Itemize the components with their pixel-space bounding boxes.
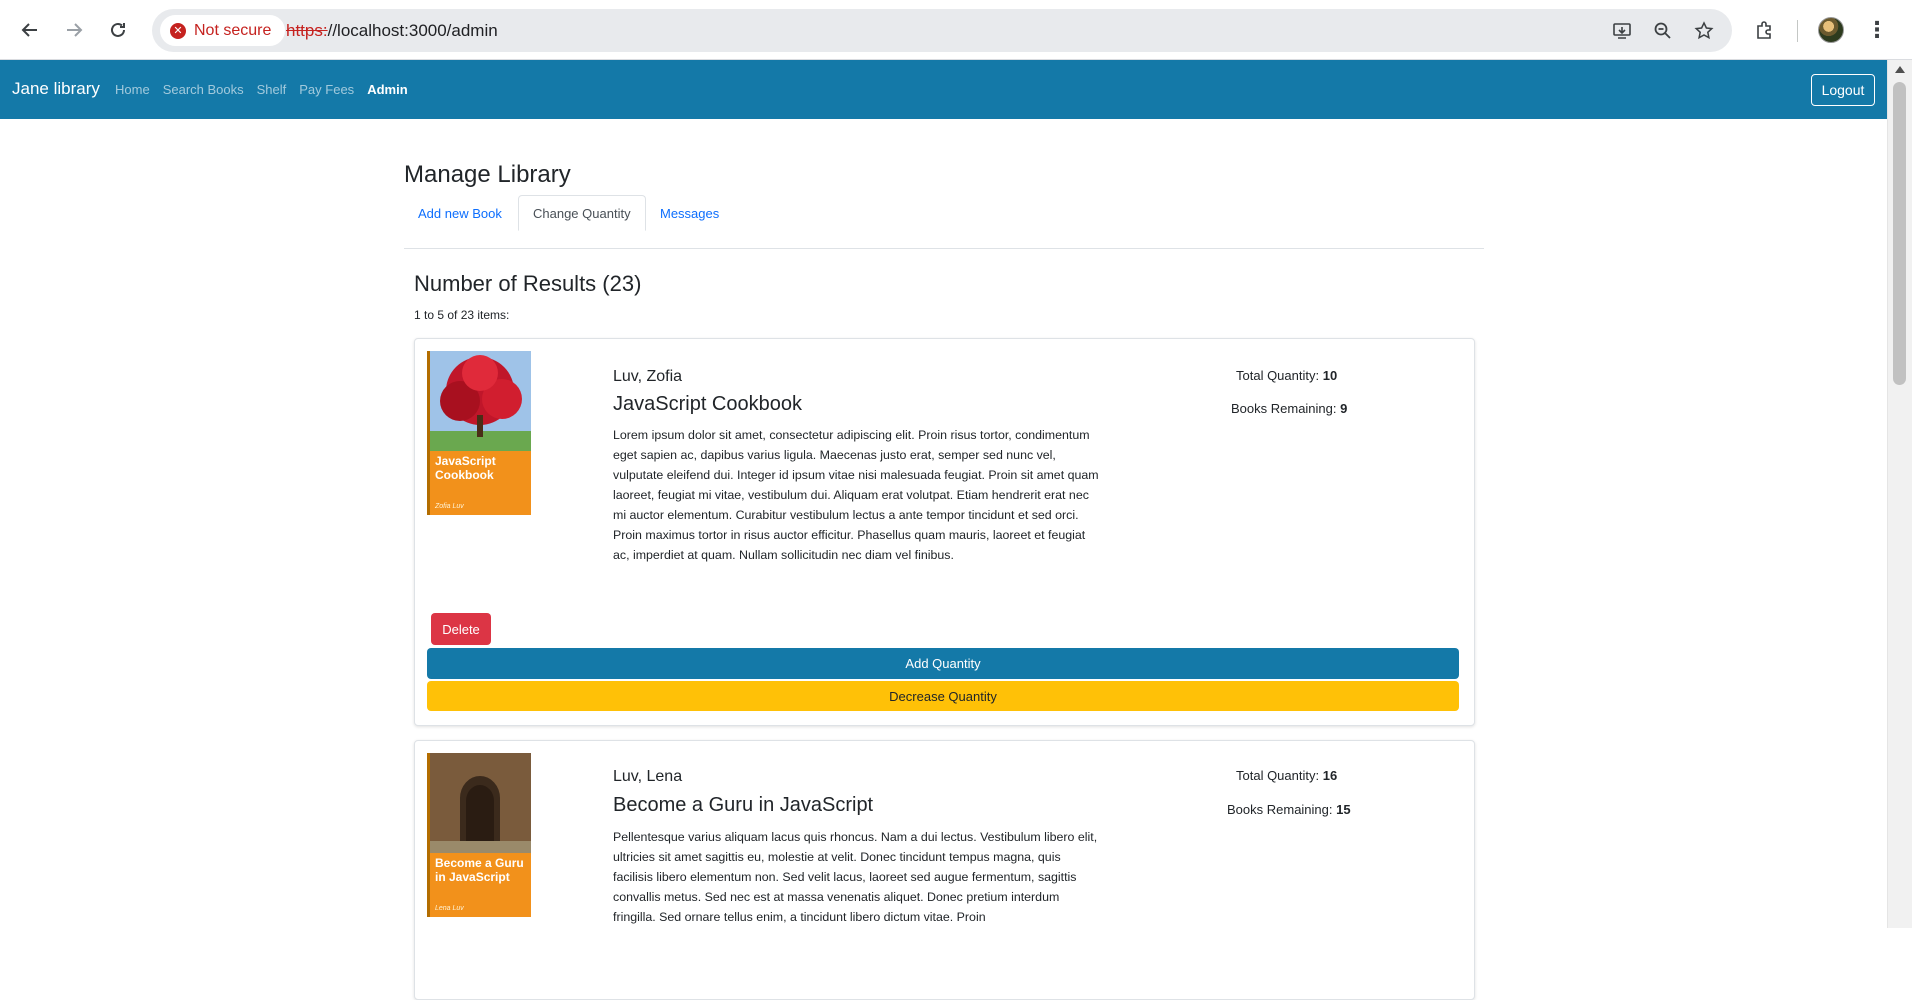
tab-change-quantity[interactable]: Change Quantity: [518, 195, 646, 231]
results-range: 1 to 5 of 23 items:: [414, 308, 510, 322]
admin-tabs: Add new Book Change Quantity Messages: [404, 195, 1484, 249]
books-remaining: Books Remaining: 15: [1227, 802, 1351, 817]
nav-links: Home Search Books Shelf Pay Fees Admin: [115, 82, 408, 97]
extensions-icon[interactable]: [1748, 14, 1780, 46]
books-remaining: Books Remaining: 9: [1231, 401, 1348, 416]
book-author: Luv, Zofia: [613, 368, 683, 385]
url-scheme: https:: [286, 21, 328, 40]
back-icon[interactable]: [14, 14, 46, 46]
app-navbar: Jane library Home Search Books Shelf Pay…: [0, 60, 1887, 119]
scroll-up-icon[interactable]: [1895, 66, 1905, 73]
add-quantity-button[interactable]: Add Quantity: [427, 648, 1459, 679]
tab-messages[interactable]: Messages: [646, 195, 733, 231]
toolbar-divider: [1797, 20, 1798, 42]
address-bar[interactable]: ✕ Not secure https://localhost:3000/admi…: [152, 9, 1732, 52]
browser-toolbar: ✕ Not secure https://localhost:3000/admi…: [0, 0, 1912, 60]
book-description: Lorem ipsum dolor sit amet, consectetur …: [613, 428, 1099, 562]
book-card: Become a Guru in JavaScript Lena Luv Luv…: [414, 740, 1475, 1000]
total-quantity: Total Quantity: 10: [1236, 368, 1338, 383]
install-icon[interactable]: [1610, 19, 1634, 43]
scroll-thumb[interactable]: [1893, 82, 1906, 385]
security-chip[interactable]: ✕ Not secure: [160, 15, 286, 46]
url-rest: //localhost:3000/admin: [327, 21, 498, 40]
cover-author: Lena Luv: [435, 905, 464, 912]
book-author: Luv, Lena: [613, 768, 683, 785]
books-remaining-value: 9: [1340, 401, 1348, 416]
red-tree-photo: [430, 351, 531, 451]
results-title: Number of Results (23): [414, 271, 642, 296]
page-title: Manage Library: [404, 161, 571, 188]
nav-search-books[interactable]: Search Books: [163, 82, 244, 97]
total-quantity: Total Quantity: 16: [1236, 768, 1338, 783]
brand-link[interactable]: Jane library: [12, 79, 100, 99]
error-icon: ✕: [170, 22, 186, 39]
book-cover-image: JavaScript Cookbook Zofia Luv: [427, 351, 531, 515]
delete-button[interactable]: Delete: [431, 613, 491, 645]
nav-shelf[interactable]: Shelf: [257, 82, 287, 97]
security-label: Not secure: [194, 21, 272, 39]
total-quantity-value: 10: [1322, 368, 1338, 383]
page-scrollbar[interactable]: [1887, 60, 1912, 928]
cover-title: JavaScript Cookbook: [435, 454, 496, 482]
cover-title: Become a Guru in JavaScript: [435, 856, 524, 884]
tab-add-new-book[interactable]: Add new Book: [404, 195, 516, 231]
nav-admin[interactable]: Admin: [367, 82, 407, 97]
url-text[interactable]: https://localhost:3000/admin: [286, 21, 498, 41]
profile-avatar[interactable]: [1815, 14, 1847, 46]
bookmark-star-icon[interactable]: [1692, 19, 1716, 43]
avatar-image: [1818, 17, 1844, 43]
nav-pay-fees[interactable]: Pay Fees: [299, 82, 354, 97]
book-cover-image: Become a Guru in JavaScript Lena Luv: [427, 753, 531, 917]
archway-photo: [430, 753, 531, 853]
decrease-quantity-button[interactable]: Decrease Quantity: [427, 681, 1459, 711]
books-remaining-value: 15: [1336, 802, 1351, 817]
book-title: JavaScript Cookbook: [613, 393, 802, 415]
total-quantity-value: 16: [1322, 768, 1338, 783]
logout-button[interactable]: Logout: [1811, 74, 1875, 106]
cover-author: Zofia Luv: [435, 503, 464, 510]
zoom-icon[interactable]: [1651, 19, 1675, 43]
nav-home[interactable]: Home: [115, 82, 150, 97]
menu-kebab-icon[interactable]: ⋮: [1861, 14, 1893, 46]
book-card: JavaScript Cookbook Zofia Luv Luv, Zofia…: [414, 338, 1475, 726]
forward-icon[interactable]: [58, 14, 90, 46]
book-title: Become a Guru in JavaScript: [613, 794, 874, 816]
reload-icon[interactable]: [102, 14, 134, 46]
book-description: Pellentesque varius aliquam lacus quis r…: [613, 830, 1098, 924]
